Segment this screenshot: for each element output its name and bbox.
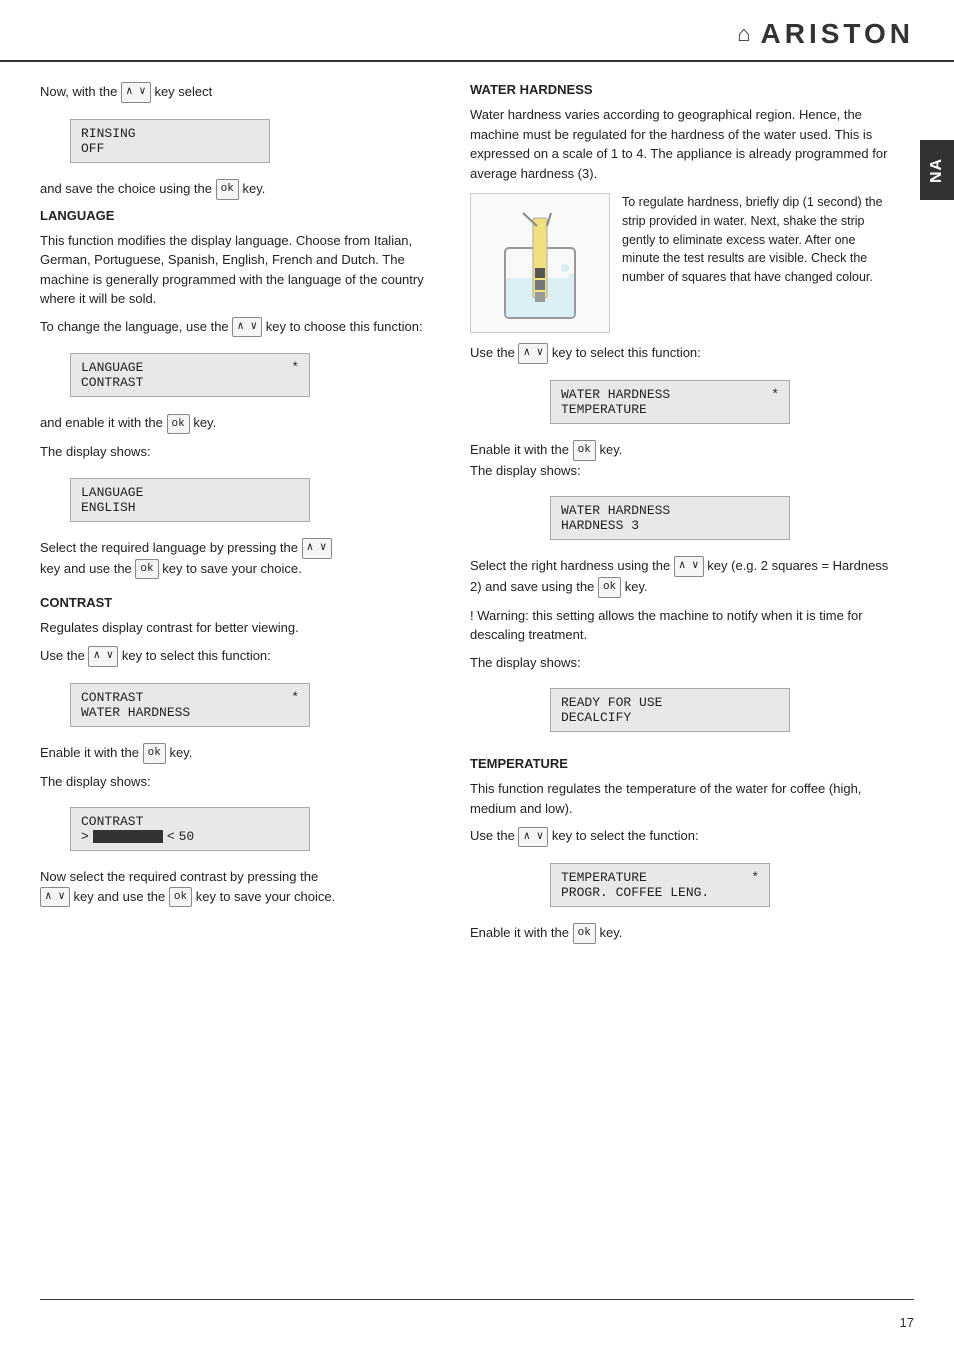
temperature-p1: This function regulates the temperature … [470,779,894,818]
lcd-contrast-disp-line1: CONTRAST [81,814,299,829]
lcd-lang-disp-line2: ENGLISH [81,500,299,515]
contrast-now-text: Now select the required contrast by pres… [40,867,440,907]
lcd-hardness-select: WATER HARDNESS * TEMPERATURE [550,372,894,432]
logo-text: ARISTON [761,18,915,50]
temperature-section: TEMPERATURE This function regulates the … [470,756,894,944]
lcd-ready-box: READY FOR USE DECALCIFY [550,688,790,732]
lcd-language-select-box: LANGUAGE * CONTRAST [70,353,310,397]
temperature-use-text: Use the ∧ ∨ key to select the function: [470,826,894,847]
right-column: WATER HARDNESS Water hardness varies acc… [470,82,914,952]
contrast-bar [93,830,163,843]
lang-display-shows: The display shows: [40,442,440,462]
page-header: ⌂ ARISTON [0,0,954,62]
lcd-language-display-box: LANGUAGE ENGLISH [70,478,310,522]
hardness-warning: ! Warning: this setting allows the machi… [470,606,894,645]
lcd-lang-disp-line1: LANGUAGE [81,485,299,500]
hardness-description: To regulate hardness, briefly dip (1 sec… [622,193,894,333]
contrast-display-shows: The display shows: [40,772,440,792]
hardness-select-text: Select the right hardness using the ∧ ∨ … [470,556,894,598]
hardness-display-shows2: The display shows: [470,653,894,673]
lcd-lang-sel-line2: CONTRAST [81,375,299,390]
lcd-temp-select: TEMPERATURE * PROGR. COFFEE LENG. [550,855,894,915]
arrow-key-lang: ∧ ∨ [232,317,262,338]
hardness-image-section: To regulate hardness, briefly dip (1 sec… [470,193,894,333]
contrast-title: CONTRAST [40,595,440,610]
lang-select-text: Select the required language by pressing… [40,538,440,580]
lcd-lang-sel-line1: LANGUAGE * [81,360,299,375]
lcd-temp-sel-line2: PROGR. COFFEE LENG. [561,885,759,900]
lcd-rinsing: RINSING OFF [70,111,440,171]
language-p1: This function modifies the display langu… [40,231,440,309]
contrast-use-text: Use the ∧ ∨ key to select this function: [40,646,440,667]
arrow-key-rinsing: ∧ ∨ [121,82,151,103]
arrow-key-temp: ∧ ∨ [518,827,548,848]
left-column: Now, with the ∧ ∨ key select RINSING OFF… [40,82,440,952]
lcd-ready-line1: READY FOR USE [561,695,779,710]
lcd-contrast-sel-line2: WATER HARDNESS [81,705,299,720]
contrast-section: CONTRAST Regulates display contrast for … [40,595,440,907]
lcd-ready-line2: DECALCIFY [561,710,779,725]
language-title: LANGUAGE [40,208,440,223]
logo-house-icon: ⌂ [737,21,750,47]
ok-key-hardness-enable: ok [573,440,596,461]
language-section: LANGUAGE This function modifies the disp… [40,208,440,580]
contrast-enable-text: Enable it with the ok key. [40,743,440,764]
lcd-ready: READY FOR USE DECALCIFY [550,680,894,740]
ok-key-contrast-enable: ok [143,743,166,764]
arrow-key-hardness: ∧ ∨ [518,343,548,364]
lcd-contrast-select-box: CONTRAST * WATER HARDNESS [70,683,310,727]
lang-enable-text: and enable it with the ok key. [40,413,440,434]
lcd-contrast-select: CONTRAST * WATER HARDNESS [70,675,440,735]
arrow-key-lang-select: ∧ ∨ [302,538,332,559]
lcd-contrast-sel-line1: CONTRAST * [81,690,299,705]
lcd-rinsing-line1: RINSING [81,126,259,141]
lcd-hardness-sel-line1: WATER HARDNESS * [561,387,779,402]
ok-key-lang-save: ok [135,559,158,580]
lcd-hardness-sel-line2: TEMPERATURE [561,402,779,417]
temperature-title: TEMPERATURE [470,756,894,771]
water-hardness-title: WATER HARDNESS [470,82,894,97]
ok-key-temp-enable: ok [573,923,596,944]
lcd-contrast-display-box: CONTRAST > < 50 [70,807,310,851]
arrow-key-contrast-now: ∧ ∨ [40,887,70,908]
arrow-key-contrast: ∧ ∨ [88,646,118,667]
language-change-text: To change the language, use the ∧ ∨ key … [40,317,440,338]
arrow-key-hardness-select: ∧ ∨ [674,556,704,577]
lcd-hardness-disp-line2: HARDNESS 3 [561,518,779,533]
hardness-use-text: Use the ∧ ∨ key to select this function: [470,343,894,364]
contrast-p1: Regulates display contrast for better vi… [40,618,440,638]
lcd-rinsing-box: RINSING OFF [70,119,270,163]
lcd-hardness-select-box: WATER HARDNESS * TEMPERATURE [550,380,790,424]
lcd-language-select: LANGUAGE * CONTRAST [70,345,440,405]
lcd-hardness-display-box: WATER HARDNESS HARDNESS 3 [550,496,790,540]
hardness-enable-text: Enable it with the ok key. The display s… [470,440,894,480]
ok-key-hardness-save: ok [598,577,621,598]
lcd-language-display: LANGUAGE ENGLISH [70,470,440,530]
lcd-contrast-display: CONTRAST > < 50 [70,799,440,859]
logo: ⌂ ARISTON [737,18,914,50]
lcd-temp-sel-line1: TEMPERATURE * [561,870,759,885]
ok-key-save: ok [216,179,239,200]
save-choice-text: and save the choice using the ok key. [40,179,440,200]
ok-key-lang-enable: ok [167,414,190,435]
hardness-image [470,193,610,333]
lcd-temp-select-box: TEMPERATURE * PROGR. COFFEE LENG. [550,863,770,907]
water-hardness-p1: Water hardness varies according to geogr… [470,105,894,183]
main-content: Now, with the ∧ ∨ key select RINSING OFF… [0,62,954,972]
water-hardness-section: WATER HARDNESS Water hardness varies acc… [470,82,894,740]
lcd-contrast-disp-line2: > < 50 [81,829,299,844]
rinsing-intro: Now, with the ∧ ∨ key select [40,82,440,103]
temperature-enable-text: Enable it with the ok key. [470,923,894,944]
lcd-hardness-display: WATER HARDNESS HARDNESS 3 [550,488,894,548]
footer-line [40,1299,914,1300]
page-number: 17 [900,1315,914,1330]
page-tab: NA [920,140,954,200]
lcd-hardness-disp-line1: WATER HARDNESS [561,503,779,518]
lcd-rinsing-line2: OFF [81,141,259,156]
ok-key-contrast-save: ok [169,887,192,908]
